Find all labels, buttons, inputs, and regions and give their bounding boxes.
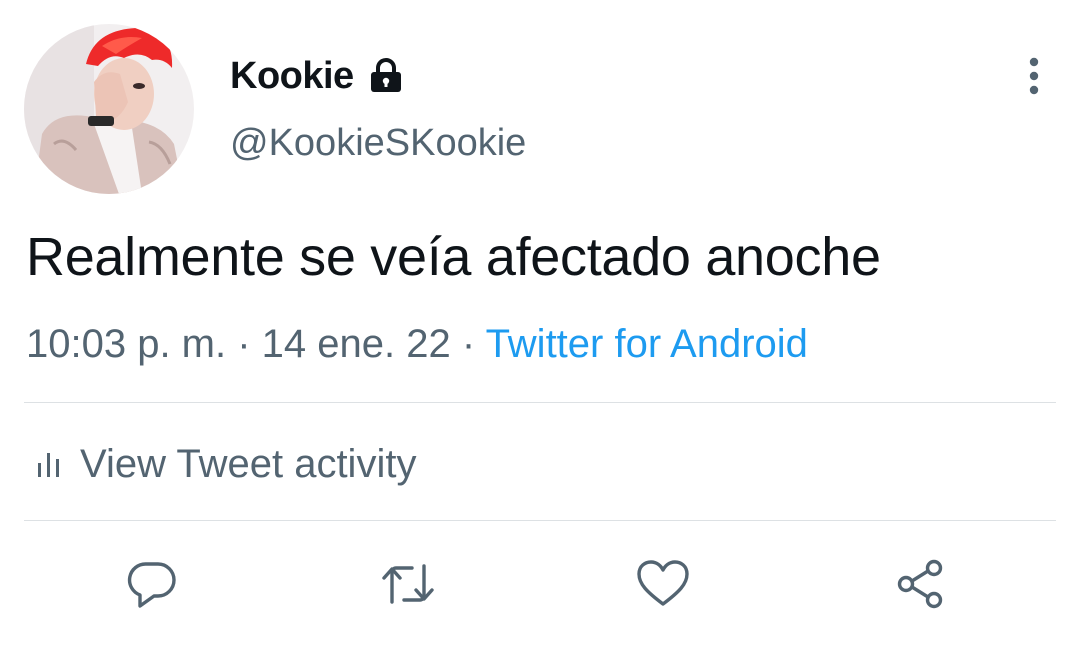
- share-icon[interactable]: [892, 556, 948, 612]
- meta-separator: ·: [226, 322, 262, 366]
- tweet-detail: Kookie @KookieSKookie Realmente se veía …: [0, 0, 1080, 659]
- user-handle[interactable]: @KookieSKookie: [230, 122, 526, 165]
- display-name[interactable]: Kookie: [230, 55, 354, 98]
- display-name-row: Kookie: [230, 50, 404, 102]
- bar-chart-icon: [38, 453, 59, 477]
- tweet-date[interactable]: 14 ene. 22: [262, 322, 451, 366]
- avatar[interactable]: [24, 24, 194, 194]
- view-tweet-activity-label: View Tweet activity: [80, 441, 417, 486]
- reply-icon[interactable]: [124, 556, 180, 612]
- divider: [24, 402, 1056, 403]
- view-tweet-activity-button[interactable]: View Tweet activity: [34, 440, 416, 488]
- tweet-meta: 10:03 p. m. · 14 ene. 22 · Twitter for A…: [26, 322, 808, 367]
- tweet-text: Realmente se veía afectado anoche: [26, 227, 881, 287]
- lock-icon: [370, 58, 401, 92]
- avatar-image: [24, 24, 194, 194]
- more-vertical-icon[interactable]: [1010, 52, 1058, 100]
- meta-separator: ·: [450, 322, 486, 366]
- divider: [24, 520, 1056, 521]
- retweet-icon[interactable]: [380, 556, 436, 612]
- tweet-source[interactable]: Twitter for Android: [486, 322, 808, 366]
- tweet-time[interactable]: 10:03 p. m.: [26, 322, 226, 366]
- heart-icon[interactable]: [635, 556, 691, 612]
